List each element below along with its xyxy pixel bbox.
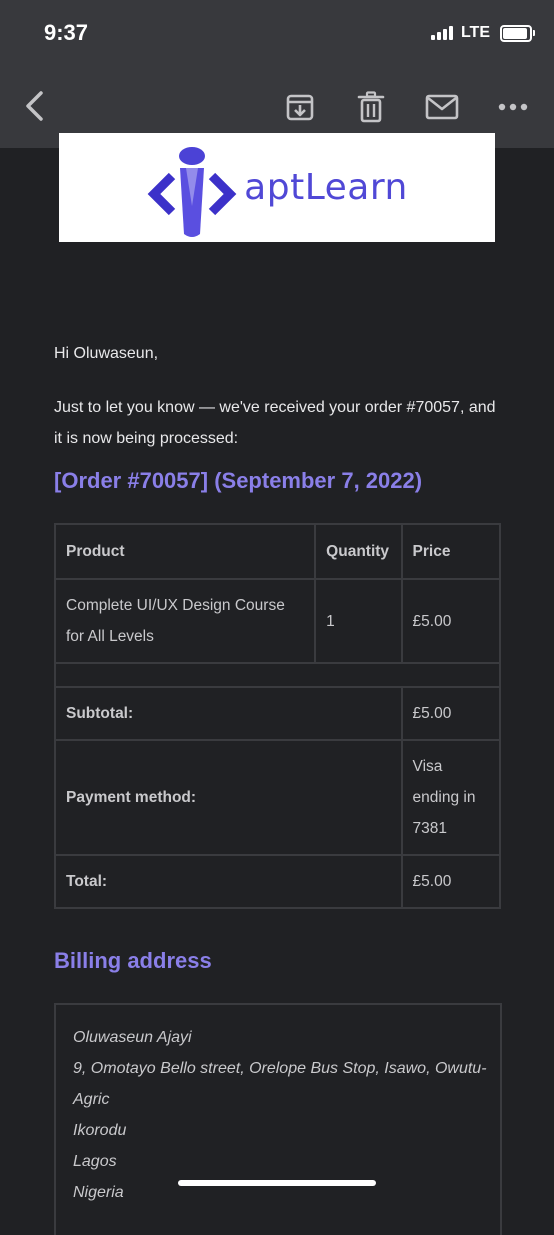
billing-street[interactable]: 9, Omotayo Bello street, Orelope Bus Sto… (73, 1053, 500, 1115)
item-quantity: 1 (316, 580, 401, 662)
table-row: Complete UI/UX Design Course for All Lev… (56, 580, 499, 662)
item-product: Complete UI/UX Design Course for All Lev… (56, 580, 315, 662)
logo-banner: aptLearn (59, 133, 495, 242)
total-label: Total: (56, 856, 401, 907)
total-row: Total: £5.00 (56, 856, 499, 907)
logo-text: aptLearn (244, 167, 408, 208)
order-heading[interactable]: [Order #70057] (September 7, 2022) (54, 468, 422, 494)
more-horizontal-icon (498, 103, 528, 111)
more-button[interactable] (496, 92, 530, 122)
header-product: Product (56, 525, 315, 578)
billing-heading: Billing address (54, 948, 212, 973)
status-indicators: LTE (430, 24, 535, 42)
table-divider (56, 664, 499, 686)
email-intro: Just to let you know — we've received yo… (54, 399, 496, 447)
payment-row: Payment method: Visa ending in 7381 (56, 741, 499, 854)
signal-icon (430, 26, 453, 40)
mail-icon (425, 94, 459, 120)
network-label: LTE (460, 24, 490, 41)
billing-city: Ikorodu (73, 1122, 127, 1139)
total-value: £5.00 (402, 856, 499, 907)
order-table: Product Quantity Price Complete UI/UX De… (54, 523, 501, 909)
subtotal-label: Subtotal: (56, 688, 401, 739)
aptlearn-logo-icon (147, 146, 237, 237)
subtotal-row: Subtotal: £5.00 (56, 688, 499, 739)
billing-name: Oluwaseun Ajayi (73, 1029, 192, 1046)
header-price: Price (402, 525, 499, 578)
billing-state: Lagos (73, 1153, 117, 1170)
archive-button[interactable] (284, 90, 316, 124)
trash-icon (357, 91, 385, 123)
battery-icon (500, 24, 535, 42)
chevron-left-icon (26, 91, 43, 121)
billing-address-box: Oluwaseun Ajayi 9, Omotayo Bello street,… (54, 1003, 502, 1235)
payment-value: Visa ending in 7381 (402, 741, 499, 854)
top-bar: 9:37 LTE (0, 0, 554, 148)
back-button[interactable] (18, 88, 50, 124)
item-price: £5.00 (402, 580, 499, 662)
archive-icon (286, 94, 314, 121)
home-indicator[interactable] (178, 1180, 376, 1186)
payment-label: Payment method: (56, 741, 401, 854)
email-greeting: Hi Oluwaseun, (54, 345, 159, 362)
header-quantity: Quantity (316, 525, 401, 578)
table-header-row: Product Quantity Price (56, 525, 499, 578)
status-time: 9:37 (44, 20, 89, 45)
subtotal-value: £5.00 (402, 688, 499, 739)
delete-button[interactable] (355, 90, 387, 124)
mark-unread-button[interactable] (424, 90, 460, 124)
